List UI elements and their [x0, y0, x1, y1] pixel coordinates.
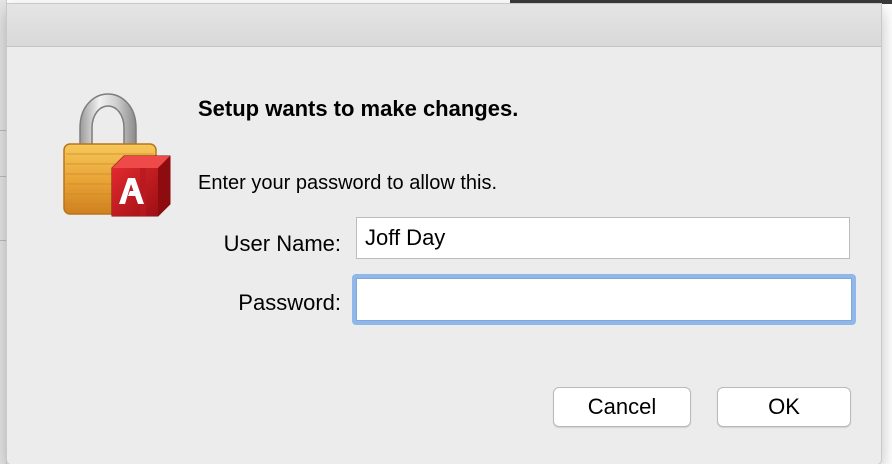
dialog-title: Setup wants to make changes. — [198, 96, 519, 121]
username-field[interactable] — [356, 217, 850, 259]
background-divider — [0, 130, 6, 131]
authentication-dialog: Setup wants to make changes. Enter your … — [7, 4, 881, 464]
background-divider — [0, 240, 6, 241]
username-label: User Name: — [223, 231, 341, 256]
dialog-top-bar — [7, 4, 881, 47]
cancel-button[interactable]: Cancel — [553, 387, 691, 427]
password-field[interactable] — [352, 274, 856, 325]
dialog-message: Enter your password to allow this. — [198, 172, 498, 194]
ok-button[interactable]: OK — [717, 387, 851, 427]
password-label: Password: — [238, 290, 341, 315]
background-divider — [0, 176, 6, 177]
background-window-strip — [0, 0, 7, 464]
lock-with-adobe-package-icon — [63, 93, 171, 217]
